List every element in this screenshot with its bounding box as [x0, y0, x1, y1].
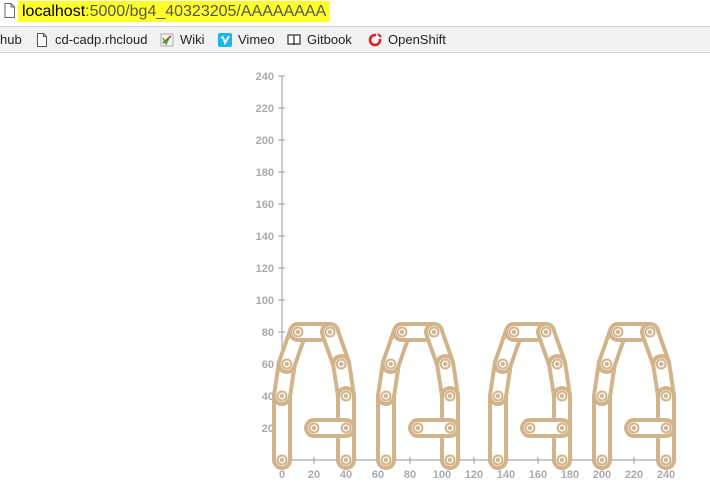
y-tick-label: 160	[256, 199, 274, 211]
openshift-icon	[368, 32, 382, 46]
chain-pin-center	[495, 457, 501, 463]
bookmark-label: Wiki	[180, 32, 205, 47]
chain-letter-chart: 204060801001201401601802002202400 20 40 60 8…	[256, 71, 676, 481]
y-tick-label: 240	[256, 71, 274, 83]
y-tick-label: 100	[256, 295, 274, 307]
bookmark-vimeo[interactable]: Vimeo	[218, 27, 275, 52]
page-document-icon	[4, 3, 15, 18]
x-tick-label: 240	[657, 469, 675, 481]
y-tick-label: 180	[256, 167, 274, 179]
chain-pin-center	[443, 361, 448, 367]
chain-pin-center	[311, 425, 317, 431]
chain-pin-center	[615, 329, 621, 335]
chain-pin-center	[339, 361, 344, 367]
chain-pin-center	[295, 329, 301, 335]
chain-pin-center	[599, 457, 605, 463]
x-tick-label: 120	[465, 469, 483, 481]
chain-pin-center	[383, 457, 389, 463]
chain-pin-center	[343, 393, 349, 399]
x-tick-label: 160	[529, 469, 547, 481]
y-tick-label: 80	[262, 327, 274, 339]
y-tick-label: 200	[256, 135, 274, 147]
chain-letter-a	[488, 322, 572, 470]
bookmark-label: Vimeo	[238, 32, 275, 47]
chain-pin-center	[599, 393, 605, 399]
chain-pin-center	[663, 457, 669, 463]
chain-pin-center	[495, 393, 501, 399]
chain-pin-center	[527, 425, 533, 431]
chain-pin-center	[663, 393, 669, 399]
url-path: :5000/bg4_40323205/AAAAAAAA	[85, 3, 327, 20]
chain-pin-center	[559, 425, 565, 431]
document-icon	[37, 32, 47, 47]
y-tick-label: 220	[256, 103, 274, 115]
x-tick-label: 60	[372, 469, 384, 481]
wiki-icon	[160, 33, 174, 46]
chain-pin-center	[511, 329, 517, 335]
chain-pin-center	[399, 329, 405, 335]
chain-pin-center	[559, 393, 565, 399]
x-tick-label: 40	[340, 469, 352, 481]
chain-pin-center	[431, 329, 437, 335]
chain-letter-a	[592, 322, 676, 470]
x-tick-label: 20	[308, 469, 320, 481]
x-tick-label: 200	[593, 469, 611, 481]
chain-pin-center	[383, 393, 389, 399]
chain-pin-center	[284, 361, 289, 367]
x-tick-label: 80	[404, 469, 416, 481]
bookmark-wiki[interactable]: Wiki	[160, 27, 205, 52]
address-bar[interactable]: localhost:5000/bg4_40323205/AAAAAAAA	[0, 0, 710, 24]
bookmark-label: hub	[0, 32, 22, 47]
vimeo-icon	[218, 32, 232, 47]
bookmark-label: Gitbook	[307, 32, 352, 47]
chain-pin-center	[500, 361, 505, 367]
chain-pin-center	[415, 425, 421, 431]
chain-pin-center	[659, 361, 664, 367]
bookmark-openshift[interactable]: OpenShift	[368, 27, 446, 52]
bookmark-gitbook[interactable]: Gitbook	[287, 27, 352, 52]
y-tick-label: 60	[262, 359, 274, 371]
chain-pin-center	[447, 457, 453, 463]
chain-pin-center	[279, 393, 285, 399]
chain-letter-a	[376, 322, 460, 470]
gitbook-icon	[287, 33, 301, 45]
bookmark-label: cd-cadp.rhcloud	[55, 32, 148, 47]
chain-pin-center	[447, 425, 453, 431]
chain-pin-center	[543, 329, 549, 335]
chain-pin-center	[647, 329, 653, 335]
chain-pin-center	[663, 425, 669, 431]
x-tick-label: 140	[497, 469, 515, 481]
bookmark-hub[interactable]: hub	[0, 27, 22, 52]
x-tick-label: 100	[433, 469, 451, 481]
chain-pin-center	[447, 393, 453, 399]
chain-pin-center	[555, 361, 560, 367]
chain-pin-center	[604, 361, 609, 367]
chain-pin-center	[343, 457, 349, 463]
x-tick-label: 0	[279, 469, 285, 481]
y-tick-label: 120	[256, 263, 274, 275]
chain-pin-center	[388, 361, 393, 367]
chain-links	[272, 322, 676, 470]
chain-letter-a	[272, 322, 356, 470]
chain-pin-center	[559, 457, 565, 463]
chain-pin-center	[631, 425, 637, 431]
x-tick-label: 180	[561, 469, 579, 481]
chain-pin-center	[343, 425, 349, 431]
url-host: localhost	[22, 3, 86, 20]
x-tick-label: 220	[625, 469, 643, 481]
chain-pin-center	[279, 457, 285, 463]
y-tick-label: 140	[256, 231, 274, 243]
url-text[interactable]: localhost:5000/bg4_40323205/AAAAAAAA	[18, 1, 331, 22]
bookmarks-bar: hub cd-cadp.rhcloud Wiki Vimeo Gitbook O…	[0, 26, 710, 53]
chain-pin-center	[327, 329, 333, 335]
bookmark-cd-cadp[interactable]: cd-cadp.rhcloud	[35, 27, 148, 52]
bookmark-label: OpenShift	[388, 32, 446, 47]
